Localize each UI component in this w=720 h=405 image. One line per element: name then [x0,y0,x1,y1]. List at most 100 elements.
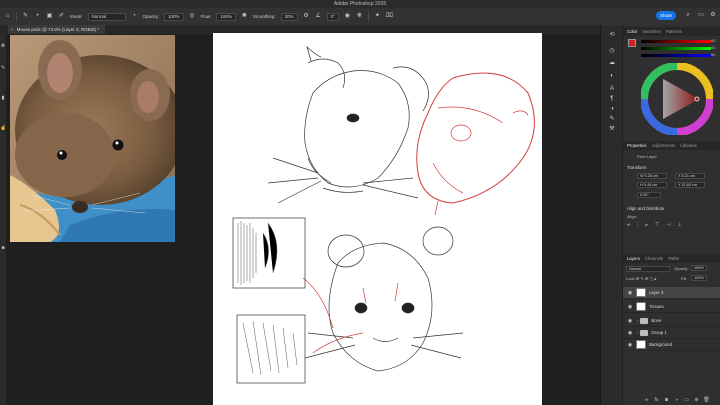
align-center-icon[interactable]: ⫶ [637,222,638,228]
eye-icon[interactable]: ◉ [626,342,634,348]
layer-row[interactable]: ◉ Layer 3 [623,287,720,299]
layers-panel-tabs: Layers Channels Paths [623,254,720,263]
tab-color[interactable]: Color [627,29,637,34]
flow-field[interactable]: 100% [216,12,236,21]
reference-photo[interactable] [10,35,175,242]
link-layers-icon[interactable]: ∞ [643,397,650,404]
brush-size-icon[interactable]: • [34,13,41,20]
folder-icon [640,329,649,336]
tab-patterns[interactable]: Patterns [666,29,682,34]
layer-opacity-field[interactable]: 100% [691,265,707,271]
tab-paths[interactable]: Paths [668,256,679,261]
blend-mode-select[interactable]: Normal [626,266,670,272]
search-icon[interactable]: ⌕ [684,11,692,19]
trash-icon[interactable]: 🗑︎ [703,397,710,404]
tool-presets-icon[interactable]: ⚒ [608,125,616,134]
brush-tool-icon[interactable]: ✎ [22,13,29,20]
blue-value[interactable]: 80 [711,52,715,57]
layer-name: Tissues [649,304,664,309]
color-panel-tabs: Color Swatches Patterns [623,27,720,36]
opacity-pressure-icon[interactable]: ◎ [189,13,196,20]
share-button[interactable]: Share [656,11,676,20]
eye-icon[interactable]: ◉ [626,304,634,310]
tab-adjustments[interactable]: Adjustments [652,143,676,148]
layer-name: Layer 3 [649,290,664,295]
adjustment-layer-icon[interactable]: ◑ [673,397,680,404]
tab-libraries[interactable]: Libraries [680,143,696,148]
layer-thumbnail [636,302,646,311]
mode-label: Mode: [70,14,83,19]
layer-row[interactable]: ◉ › Bone [623,315,720,327]
align-bottom-icon[interactable]: ⊥ [678,222,682,228]
height-field[interactable]: H 5.44 cm [637,182,667,188]
foreground-swatch[interactable] [628,39,636,47]
red-value[interactable]: 60 [711,38,715,43]
pressure-icon[interactable]: ◔ [131,13,138,20]
tab-swatches[interactable]: Swatches [642,29,661,34]
character-icon[interactable]: A [608,85,616,94]
rotation-field[interactable]: 0.00° [637,192,661,198]
layer-row[interactable]: ◉ › Group 1 [623,327,720,339]
cloud-icon[interactable]: ☁ [608,59,616,68]
title-bar: Adobe Photoshop 2025 [0,0,720,8]
layer-row[interactable]: ◉ Background [623,339,720,351]
brush-settings-icon[interactable]: ▣ [46,13,53,20]
fill-field[interactable]: 100% [691,275,707,281]
erase-icon[interactable]: ⌧ [386,13,393,20]
opacity-field[interactable]: 100% [164,12,184,21]
generative-fill-icon[interactable]: ✦ [374,13,381,20]
align-middle-icon[interactable]: ⊣ [666,222,670,228]
home-icon[interactable]: ⌂ [4,13,11,20]
width-field[interactable]: W 5.26 cm [637,173,667,179]
eye-icon[interactable]: ◉ [626,318,634,324]
airbrush-icon[interactable]: ✺ [241,13,248,20]
layer-style-icon[interactable]: fx [653,397,660,404]
transform-label: Transform [627,165,647,170]
red-slider[interactable] [641,40,711,43]
workspace-icon[interactable]: ▭ [697,11,705,19]
angle-field[interactable]: 0° [326,12,339,21]
paragraph-icon[interactable]: ¶ [608,95,616,104]
divider [16,11,17,22]
adjustments-icon[interactable]: ◑ [608,105,616,114]
tab-layers[interactable]: Layers [627,256,640,261]
y-field[interactable]: Y 11.48 cm [675,182,705,188]
add-layer-icon[interactable]: ⊕ [693,397,700,404]
document-tab[interactable]: × Mouse.psdc @ 73.8% (Layer 3, RGB/8) * [8,25,105,34]
size-pressure-icon[interactable]: ◉ [344,13,351,20]
lock-icon[interactable]: ⊞ ✎ ✥ ▢ 🔒︎ [636,276,656,281]
mode-select[interactable]: Normal [87,12,126,21]
smoothing-settings-icon[interactable]: ⚙ [303,13,310,20]
artboard[interactable] [213,33,542,405]
document-tab-label: Mouse.psdc @ 73.8% (Layer 3, RGB/8) * [16,27,99,32]
color-wheel[interactable] [641,63,713,135]
eye-icon[interactable]: ◉ [626,330,634,336]
color-panel-icon[interactable]: ◐ [608,72,616,81]
green-slider[interactable] [641,47,711,50]
brushes-icon[interactable]: ✎ [608,115,616,124]
symmetry-icon[interactable]: ❋ [356,13,363,20]
flow-label: Flow: [200,14,212,19]
align-buttons: ⫷ ⫶ ⫸ ⊤ ⊣ ⊥ [627,222,682,228]
folder-icon[interactable]: ▭ [683,397,690,404]
blue-slider[interactable] [641,54,711,57]
smoothing-field[interactable]: 20% [280,12,298,21]
align-left-icon[interactable]: ⫷ [627,222,630,228]
history-icon[interactable]: ◷ [608,47,616,56]
layer-opacity-label: Opacity: [674,266,689,271]
layer-mask-icon[interactable]: ◙ [663,397,670,404]
chevron-right-icon[interactable]: › [637,330,638,335]
learn-icon[interactable]: ⟲ [608,31,616,40]
brush-panel-icon[interactable]: ✐ [58,13,65,20]
green-value[interactable]: 60 [711,45,715,50]
chevron-right-icon[interactable]: › [637,318,638,323]
x-field[interactable]: X 5.21 cm [675,173,705,179]
tab-channels[interactable]: Channels [645,256,663,261]
align-right-icon[interactable]: ⫸ [645,222,648,228]
layer-row[interactable]: ◉ Tissues [623,301,720,313]
tab-properties[interactable]: Properties [627,143,647,148]
close-icon[interactable]: × [11,27,14,32]
settings-icon[interactable]: ⚙ [709,11,717,19]
eye-icon[interactable]: ◉ [626,290,634,296]
align-top-icon[interactable]: ⊤ [655,222,659,228]
